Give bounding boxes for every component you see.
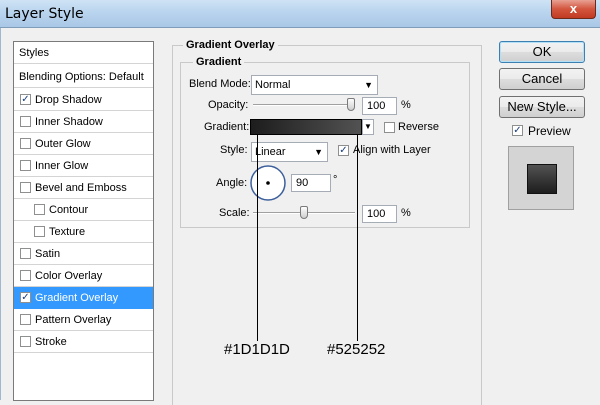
sidebar-item-color-overlay[interactable]: Color Overlay <box>14 265 153 287</box>
angle-unit: ° <box>333 174 338 186</box>
scale-input[interactable]: 100 <box>362 205 397 223</box>
opacity-slider-track[interactable] <box>253 104 355 106</box>
sidebar-item-label: Satin <box>35 248 61 260</box>
sidebar-item-inner-shadow[interactable]: Inner Shadow <box>14 111 153 133</box>
gradient-dropdown-button[interactable]: ▼ <box>362 119 374 135</box>
inner-glow-checkbox[interactable] <box>20 160 31 171</box>
sidebar-item-inner-glow[interactable]: Inner Glow <box>14 155 153 177</box>
blend-mode-label: Blend Mode: <box>189 78 251 90</box>
sidebar-item-label: Gradient Overlay <box>35 292 119 304</box>
cancel-button[interactable]: Cancel <box>499 68 585 90</box>
sidebar-item-label: Texture <box>49 226 86 238</box>
sidebar-item-texture[interactable]: Texture <box>14 221 153 243</box>
sidebar-item-gradient-overlay[interactable]: ✓ Gradient Overlay <box>14 287 153 309</box>
chevron-down-icon: ▼ <box>314 147 323 157</box>
sidebar-item-label: Pattern Overlay <box>35 314 112 326</box>
chevron-down-icon: ▼ <box>364 80 373 90</box>
gradient-preview[interactable] <box>250 119 362 135</box>
close-button[interactable]: x <box>551 0 596 19</box>
scale-slider-thumb[interactable] <box>300 206 308 219</box>
color-overlay-checkbox[interactable] <box>20 270 31 281</box>
satin-checkbox[interactable] <box>20 248 31 259</box>
annotation-line-right <box>357 134 358 341</box>
drop-shadow-checkbox[interactable]: ✓ <box>20 94 31 105</box>
preview-swatch <box>527 164 557 194</box>
sidebar-item-bevel-emboss[interactable]: Bevel and Emboss <box>14 177 153 199</box>
sidebar-item-label: Color Overlay <box>35 270 103 282</box>
reverse-checkbox[interactable] <box>384 122 395 133</box>
sidebar-item-label: Contour <box>49 204 89 216</box>
ok-button[interactable]: OK <box>499 41 585 63</box>
blend-mode-select[interactable]: Normal ▼ <box>251 75 378 95</box>
close-icon: x <box>569 1 578 16</box>
sidebar-item-stroke[interactable]: Stroke <box>14 331 153 353</box>
gradient-label: Gradient: <box>204 121 250 133</box>
preview-checkbox[interactable]: ✓ <box>512 125 523 136</box>
sidebar-item-label: Bevel and Emboss <box>35 182 127 194</box>
sidebar-item-label: Outer Glow <box>35 138 91 150</box>
contour-checkbox[interactable] <box>34 204 45 215</box>
window-title: Layer Style <box>5 6 84 22</box>
chevron-down-icon: ▼ <box>364 122 372 131</box>
style-label: Style: <box>220 144 248 156</box>
style-value: Linear <box>255 146 286 158</box>
opacity-input[interactable]: 100 <box>362 97 397 115</box>
blending-options-label: Blending Options: Default <box>19 71 144 83</box>
style-preview <box>508 146 574 210</box>
sidebar-item-label: Stroke <box>35 336 67 348</box>
blending-options[interactable]: Blending Options: Default <box>14 66 153 88</box>
styles-list: Styles Blending Options: Default ✓ Drop … <box>13 41 154 401</box>
preview-label: Preview <box>528 124 571 138</box>
scale-unit: % <box>401 207 411 219</box>
opacity-unit: % <box>401 99 411 111</box>
gradient-overlay-title: Gradient Overlay <box>183 39 278 51</box>
gradient-group-title: Gradient <box>193 56 245 68</box>
opacity-slider-thumb[interactable] <box>347 98 355 111</box>
sidebar-item-satin[interactable]: Satin <box>14 243 153 265</box>
sidebar-item-outer-glow[interactable]: Outer Glow <box>14 133 153 155</box>
title-bar: Layer Style x <box>0 0 600 28</box>
annotation-end-color: #525252 <box>327 341 386 358</box>
sidebar-item-label: Drop Shadow <box>35 94 102 106</box>
inner-shadow-checkbox[interactable] <box>20 116 31 127</box>
gradient-overlay-checkbox[interactable]: ✓ <box>20 292 31 303</box>
blend-mode-value: Normal <box>255 79 291 91</box>
stroke-checkbox[interactable] <box>20 336 31 347</box>
sidebar-item-drop-shadow[interactable]: ✓ Drop Shadow <box>14 89 153 111</box>
sidebar-item-label: Inner Shadow <box>35 116 103 128</box>
angle-label: Angle: <box>216 177 248 189</box>
sidebar-item-contour[interactable]: Contour <box>14 199 153 221</box>
angle-dial[interactable] <box>249 164 287 202</box>
annotation-start-color: #1D1D1D <box>224 341 290 358</box>
outer-glow-checkbox[interactable] <box>20 138 31 149</box>
bevel-emboss-checkbox[interactable] <box>20 182 31 193</box>
styles-header[interactable]: Styles <box>14 42 153 64</box>
new-style-button[interactable]: New Style... <box>499 96 585 118</box>
scale-label: Scale: <box>219 207 250 219</box>
angle-input[interactable]: 90 <box>291 174 331 192</box>
annotation-line-left <box>257 134 258 341</box>
sidebar-item-label: Inner Glow <box>35 160 89 172</box>
texture-checkbox[interactable] <box>34 226 45 237</box>
align-with-layer-label: Align with Layer <box>353 144 431 156</box>
styles-header-label: Styles <box>19 47 49 59</box>
pattern-overlay-checkbox[interactable] <box>20 314 31 325</box>
sidebar-item-pattern-overlay[interactable]: Pattern Overlay <box>14 309 153 331</box>
style-select[interactable]: Linear ▼ <box>251 142 328 162</box>
align-with-layer-checkbox[interactable]: ✓ <box>338 145 349 156</box>
opacity-label: Opacity: <box>208 99 249 111</box>
reverse-label: Reverse <box>398 121 439 133</box>
